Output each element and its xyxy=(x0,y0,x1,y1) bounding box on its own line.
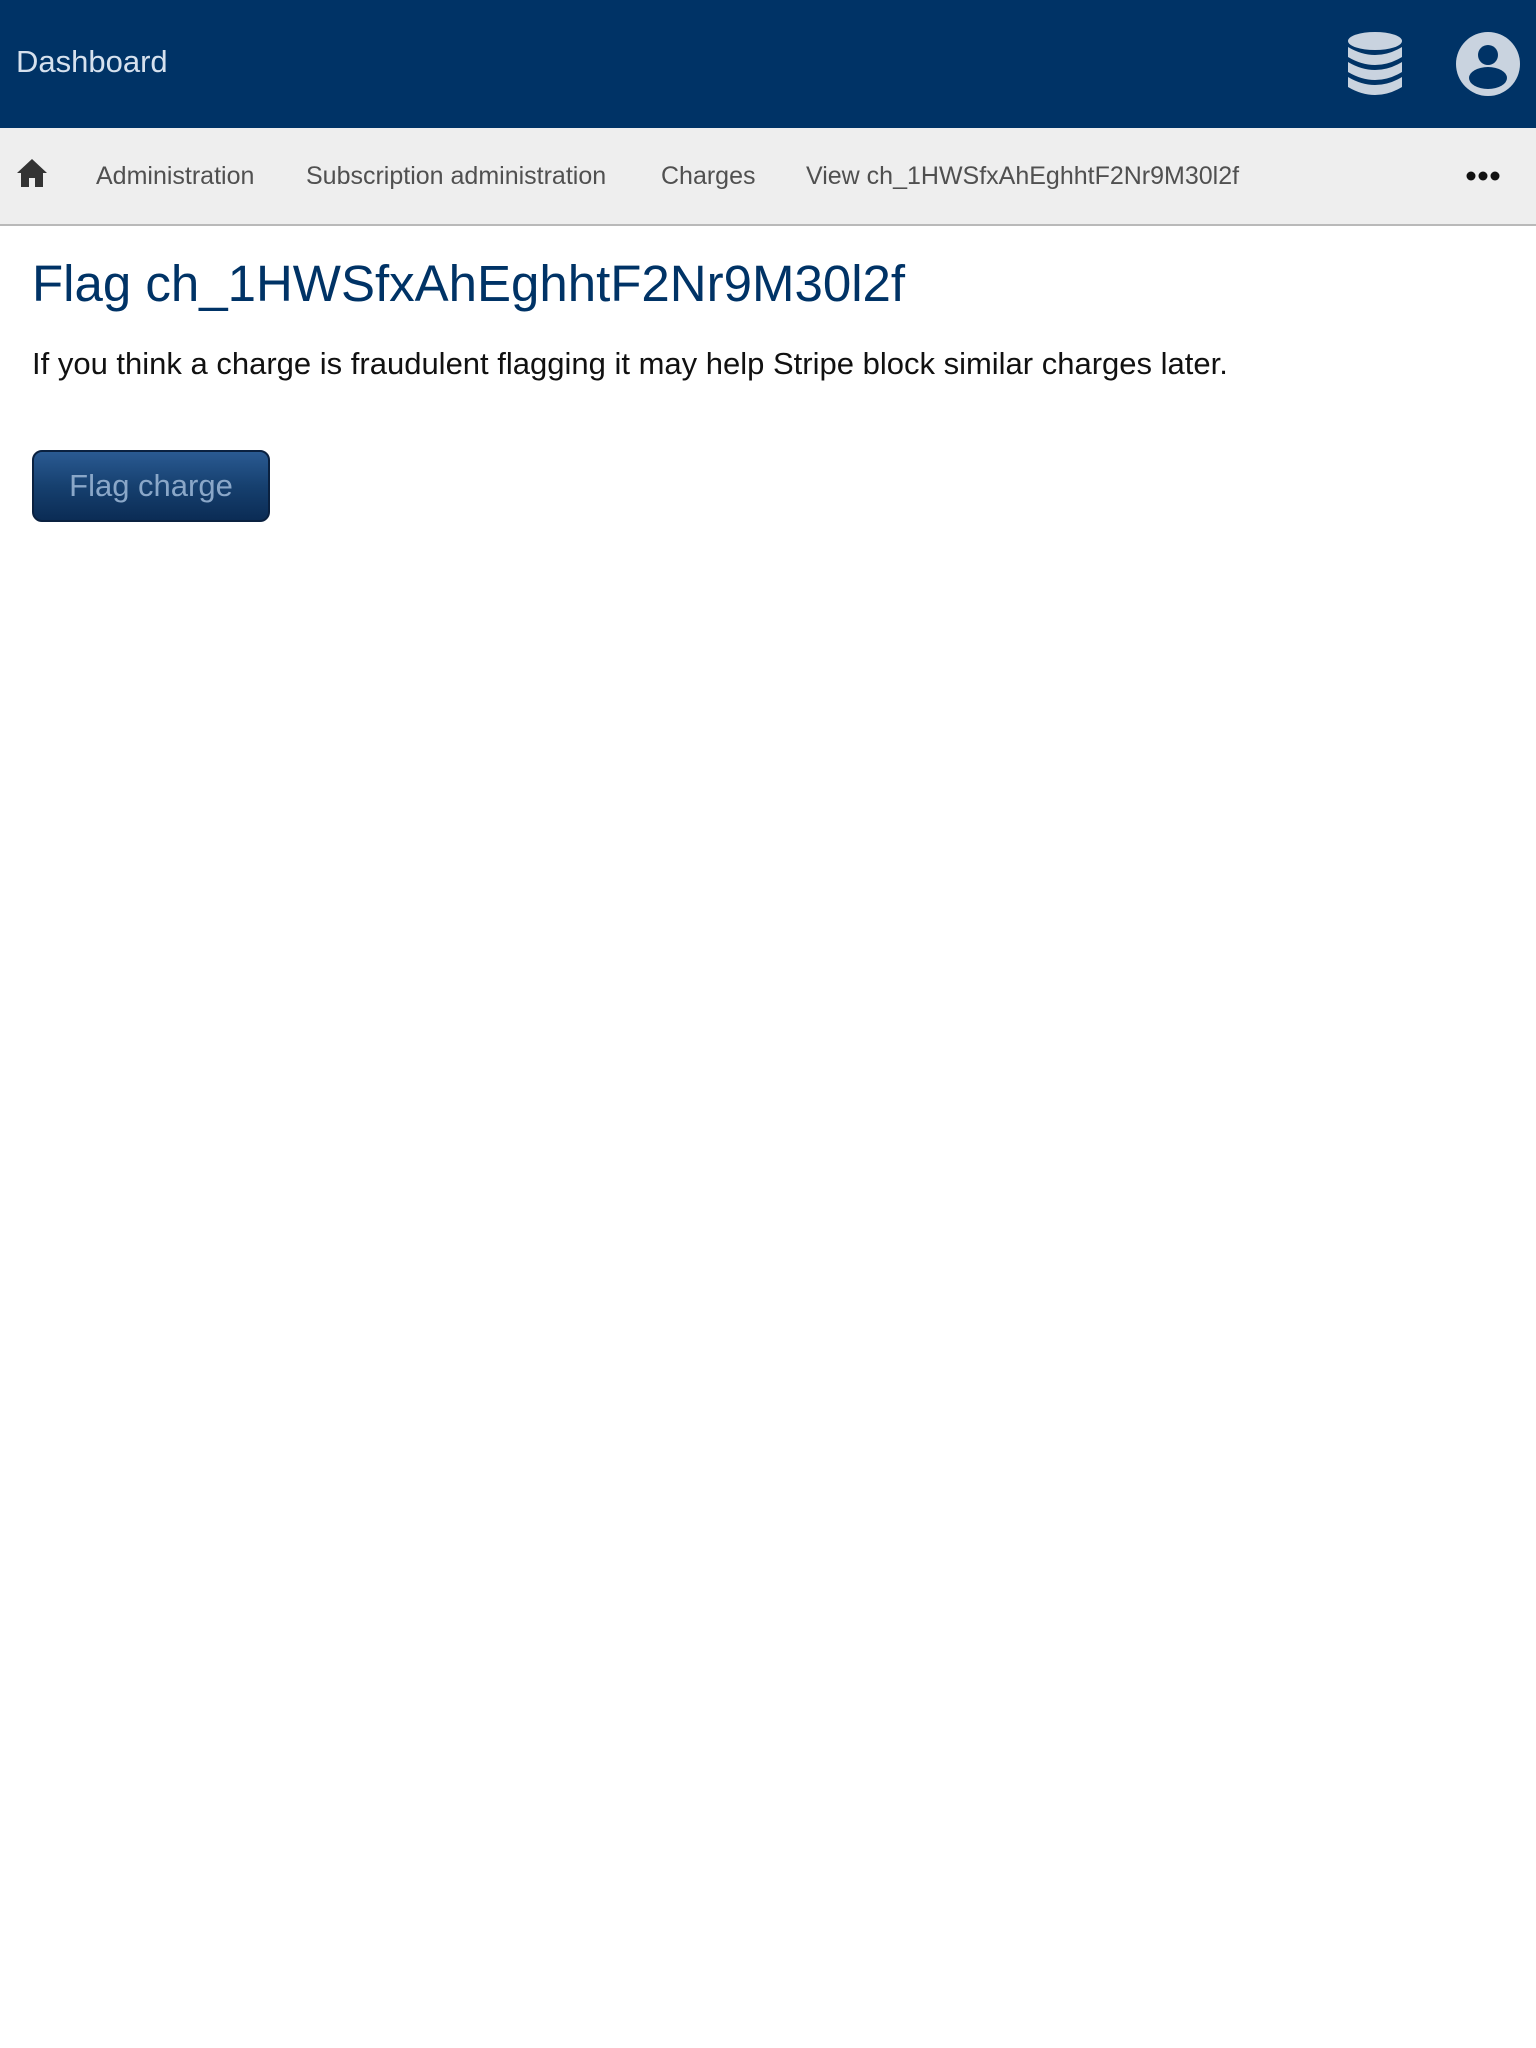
breadcrumb-subscription-administration[interactable]: Subscription administration xyxy=(306,128,606,224)
user-account-icon[interactable] xyxy=(1455,31,1521,97)
dashboard-link[interactable]: Dashboard xyxy=(16,0,168,124)
database-icon[interactable] xyxy=(1346,31,1404,97)
breadcrumb-charges[interactable]: Charges xyxy=(661,128,756,224)
ellipsis-icon[interactable] xyxy=(1466,169,1500,183)
top-bar: Dashboard xyxy=(0,0,1536,128)
description-text: If you think a charge is fraudulent flag… xyxy=(32,346,1228,381)
page-title: Flag ch_1HWSfxAhEghhtF2Nr9M30l2f xyxy=(32,255,906,312)
home-icon[interactable] xyxy=(16,158,48,188)
breadcrumb: Administration Subscription administrati… xyxy=(0,128,1536,226)
breadcrumb-administration[interactable]: Administration xyxy=(96,128,254,224)
breadcrumb-view-charge[interactable]: View ch_1HWSfxAhEghhtF2Nr9M30l2f xyxy=(806,128,1239,224)
flag-charge-button[interactable]: Flag charge xyxy=(32,450,270,522)
